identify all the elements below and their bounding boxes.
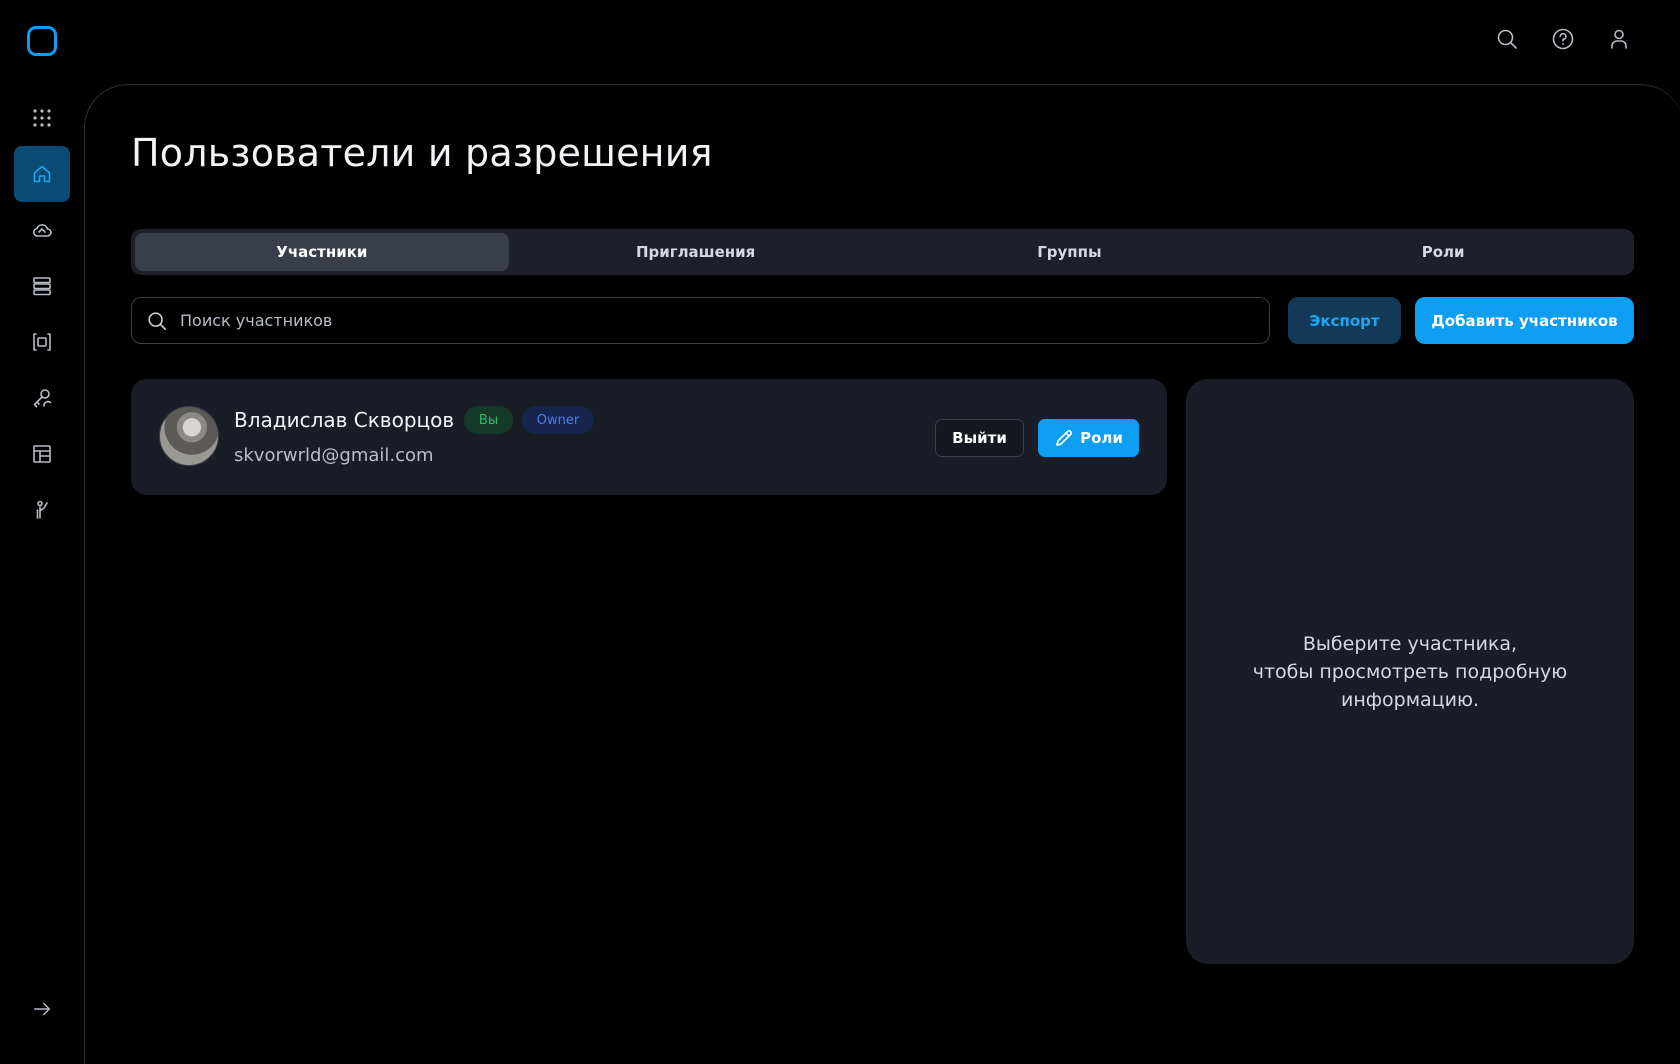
tab-groups[interactable]: Группы <box>883 233 1257 271</box>
sidebar-item-apps[interactable] <box>14 90 70 146</box>
main-panel: Пользователи и разрешения Участники Приг… <box>84 84 1680 1064</box>
details-empty-message: Выберите участника, чтобы просмотреть по… <box>1240 630 1580 714</box>
sidebar-item-home[interactable] <box>14 146 70 202</box>
member-search-input[interactable] <box>178 310 1238 331</box>
arrow-right-icon <box>34 1002 50 1016</box>
sidebar-item-access[interactable] <box>14 370 70 426</box>
sidebar-item-frame[interactable] <box>14 314 70 370</box>
member-details-panel: Выберите участника, чтобы просмотреть по… <box>1186 379 1634 964</box>
export-button[interactable]: Экспорт <box>1288 297 1401 344</box>
profile-button[interactable] <box>1606 26 1632 52</box>
member-search <box>131 297 1270 344</box>
details-empty-line: Выберите участника, <box>1302 632 1518 655</box>
pencil-icon <box>1056 430 1072 446</box>
page-title: Пользователи и разрешения <box>131 131 713 175</box>
frame-icon <box>33 333 51 351</box>
tab-bar: Участники Приглашения Группы Роли <box>131 229 1634 275</box>
home-icon <box>33 165 51 183</box>
details-empty-line: информацию. <box>1341 688 1479 711</box>
help-icon <box>1552 28 1574 50</box>
you-badge: Вы <box>464 406 513 434</box>
edit-roles-button[interactable]: Роли <box>1038 419 1139 457</box>
key-user-icon <box>33 389 52 408</box>
apps-grid-icon <box>33 109 51 127</box>
app-logo[interactable] <box>27 26 57 56</box>
tab-roles[interactable]: Роли <box>1256 233 1630 271</box>
cloud-icon <box>33 224 52 237</box>
sidebar-item-layout[interactable] <box>14 426 70 482</box>
sidebar-item-cloud[interactable] <box>14 202 70 258</box>
avatar <box>159 406 219 466</box>
tab-members[interactable]: Участники <box>135 233 509 271</box>
role-badge: Owner <box>522 406 594 434</box>
leave-button[interactable]: Выйти <box>935 419 1024 457</box>
sidebar-item-servers[interactable] <box>14 258 70 314</box>
sidebar-expand-button[interactable] <box>28 995 56 1023</box>
header-actions <box>1494 26 1632 52</box>
member-name: Владислав Скворцов <box>234 408 455 432</box>
edit-roles-label: Роли <box>1080 429 1123 447</box>
search-icon <box>1497 29 1517 49</box>
tab-invitations[interactable]: Приглашения <box>509 233 883 271</box>
sidebar-item-support[interactable] <box>14 482 70 538</box>
layout-icon <box>33 445 51 463</box>
user-icon <box>1611 29 1627 49</box>
search-icon <box>148 311 167 330</box>
member-email: skvorwrld@gmail.com <box>234 445 434 466</box>
details-empty-line: чтобы просмотреть подробную <box>1252 660 1568 683</box>
sidebar-nav <box>14 90 70 538</box>
help-button[interactable] <box>1550 26 1576 52</box>
member-card[interactable]: Владислав Скворцов Вы Owner skvorwrld@gm… <box>131 379 1167 495</box>
support-person-icon <box>36 500 48 519</box>
add-members-button[interactable]: Добавить участников <box>1415 297 1634 344</box>
global-search-button[interactable] <box>1494 26 1520 52</box>
server-icon <box>33 277 51 296</box>
